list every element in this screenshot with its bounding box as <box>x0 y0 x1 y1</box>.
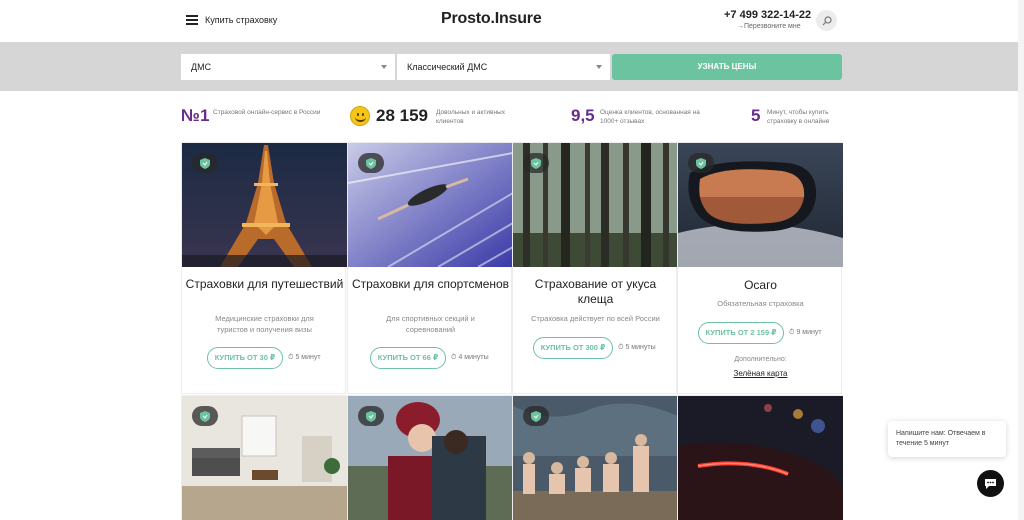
shield-badge-icon <box>192 406 218 426</box>
site-header: Купить страховку Prosto.Insure +7 499 32… <box>0 0 1024 42</box>
stat-clients: 28 159 <box>376 106 428 125</box>
chat-prompt[interactable]: Напишите нам: Отвечаем в течение 5 минут <box>888 421 1006 457</box>
card-description: Страховка действует по всей России <box>531 314 660 323</box>
duration: ⏱ 5 минуты <box>618 344 656 352</box>
insurance-type-value: ДМС <box>191 62 212 72</box>
card-description: Для спортивных секций и соревнований <box>386 314 475 334</box>
card-description: Медицинские страховки для туристов и пол… <box>215 314 314 334</box>
card-property[interactable] <box>181 395 347 520</box>
menu-icon[interactable] <box>186 15 198 25</box>
stat-minutes: 5 <box>751 106 761 125</box>
card-title: Осаго <box>744 278 777 292</box>
stat-minutes-text: Минут, чтобы купить страховку в онлайне <box>767 109 830 125</box>
callback-link[interactable]: Перезвоните мне <box>744 23 801 30</box>
duration-text: 5 минут <box>295 354 321 361</box>
phone-number[interactable]: +7 499 322-14-22 <box>724 9 811 21</box>
extra-label: Дополнительно: <box>734 356 787 363</box>
card-title: Страховки для путешествий <box>185 277 344 291</box>
menu-label[interactable]: Купить страховку <box>205 15 277 25</box>
shield-badge-icon <box>358 153 384 173</box>
timer-icon: ⏱ <box>618 344 624 351</box>
card-travel[interactable]: Страховки для путешествий Медицинские ст… <box>181 142 347 394</box>
scrollbar-track[interactable] <box>1018 0 1024 520</box>
shield-badge-icon <box>192 153 218 173</box>
get-prices-button[interactable]: УЗНАТЬ ЦЕНЫ <box>612 54 842 80</box>
duration-text: 9 минут <box>796 329 822 336</box>
card-title: Страхование от укуса клеща <box>534 277 657 306</box>
duration-text: 5 минуты <box>625 344 656 351</box>
timer-icon: ⏱ <box>789 329 795 336</box>
stat-rank: №1 <box>181 106 210 125</box>
buy-button[interactable]: КУПИТЬ ОТ 300 ₽ <box>533 337 613 359</box>
search-button[interactable] <box>816 10 837 31</box>
card-title: Страховки для спортсменов <box>351 277 510 291</box>
card-tick[interactable]: Страхование от укуса клеща Страховка дей… <box>512 142 678 394</box>
shield-badge-icon <box>358 406 384 426</box>
card-family[interactable] <box>347 395 513 520</box>
stat-rank-text: Страховой онлайн-сервис в России <box>213 109 321 116</box>
card-kids[interactable] <box>512 395 678 520</box>
buy-button[interactable]: КУПИТЬ ОТ 66 ₽ <box>370 347 446 369</box>
stat-rating-text: Оценка клиентов, основанная на 1000+ отз… <box>600 109 700 125</box>
timer-icon: ⏱ <box>451 354 457 361</box>
shield-badge-icon <box>688 153 714 173</box>
card-car[interactable] <box>677 395 843 520</box>
duration-text: 4 минуты <box>458 354 489 361</box>
card-osago[interactable]: Осаго Обязательная страховка КУПИТЬ ОТ 2… <box>677 142 843 394</box>
stat-clients-text: Довольных и активных клиентов <box>436 109 505 125</box>
duration: ⏱ 9 минут <box>789 329 822 337</box>
car-lights-image <box>678 396 843 520</box>
stat-rating: 9,5 <box>571 106 595 125</box>
chevron-down-icon <box>596 65 602 69</box>
duration: ⏱ 4 минуты <box>451 354 489 362</box>
chat-button[interactable] <box>977 470 1004 497</box>
card-description: Обязательная страховка <box>717 299 804 308</box>
callback-arrow-icon: → <box>737 23 744 30</box>
shield-badge-icon <box>523 153 549 173</box>
site-logo[interactable]: Prosto.Insure <box>441 10 542 28</box>
chevron-down-icon <box>381 65 387 69</box>
green-card-link[interactable]: Зелёная карта <box>678 369 843 378</box>
chat-icon <box>985 478 996 489</box>
buy-button[interactable]: КУПИТЬ ОТ 2 159 ₽ <box>698 322 784 344</box>
smile-icon <box>350 106 370 126</box>
duration: ⏱ 5 минут <box>288 354 321 362</box>
search-icon <box>822 15 832 25</box>
card-sport[interactable]: Страховки для спортсменов Для спортивных… <box>347 142 513 394</box>
program-select[interactable]: Классический ДМС <box>397 54 610 80</box>
insurance-type-select[interactable]: ДМС <box>181 54 395 80</box>
program-value: Классический ДМС <box>407 62 488 72</box>
shield-badge-icon <box>523 406 549 426</box>
buy-button[interactable]: КУПИТЬ ОТ 30 ₽ <box>207 347 283 369</box>
timer-icon: ⏱ <box>288 354 294 361</box>
